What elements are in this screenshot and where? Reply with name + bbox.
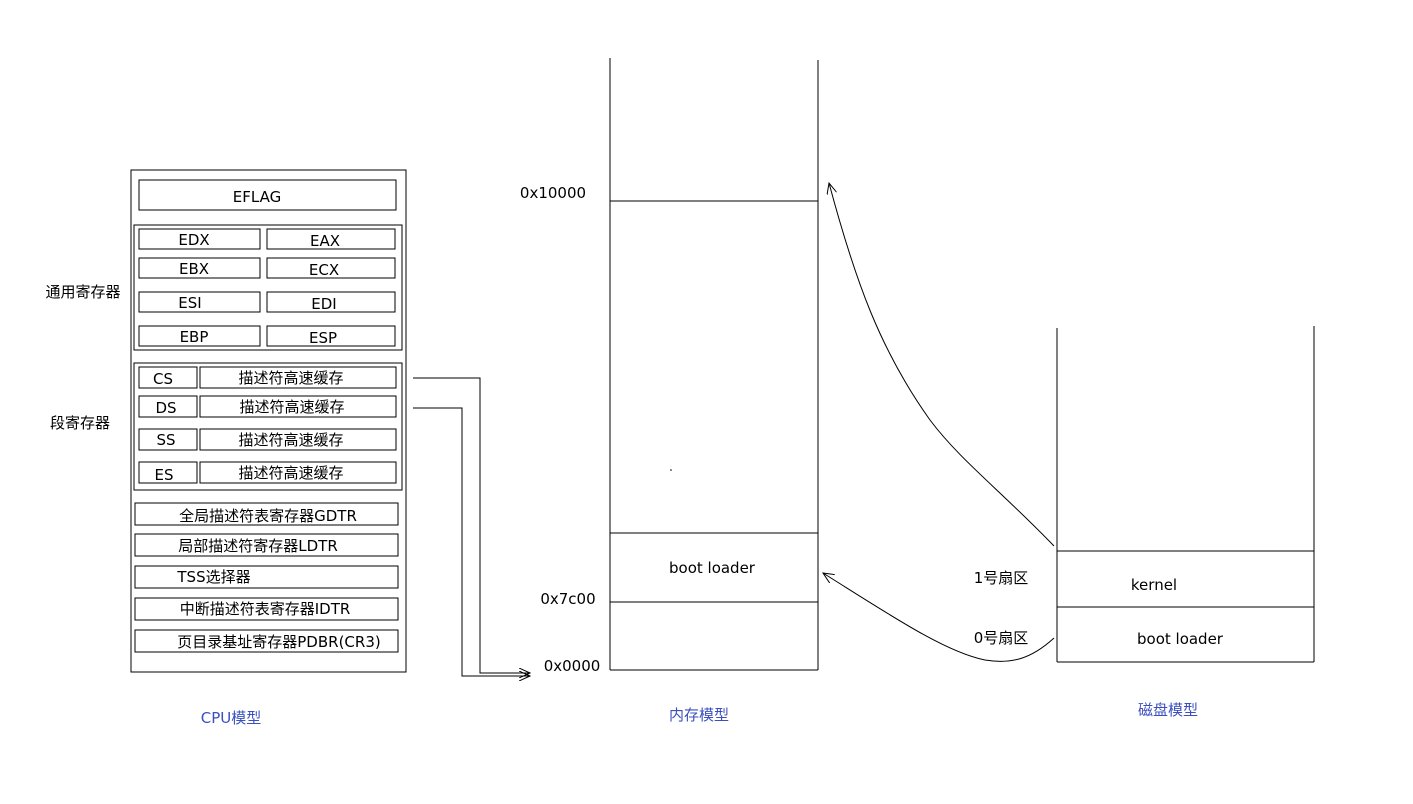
tss-selector-box [134,565,399,589]
register-eax: EAX [310,232,340,250]
segment-ss: SS [156,431,175,449]
register-ebp: EBP [180,328,209,346]
eflag-label: EFLAG [233,188,281,206]
register-edx: EDX [178,231,209,249]
idtr-label: 中断描述符表寄存器IDTR [180,600,351,618]
register-ebx: EBX [179,260,209,278]
disk-model-caption: 磁盘模型 [1138,701,1198,719]
general-registers-label: 通用寄存器 [45,283,120,301]
descriptor-cache-ds: 描述符高速缓存 [239,398,344,416]
register-esi: ESI [178,294,201,312]
tss-selector-label: TSS选择器 [176,568,250,586]
descriptor-cache-cs: 描述符高速缓存 [238,369,343,387]
address-0x10000: 0x10000 [520,184,586,202]
ldtr-label: 局部描述符寄存器LDTR [178,537,338,555]
architecture-diagram: EFLAG EDX EAX EBX ECX ESI EDI EBP ESP 通用… [45,58,1315,727]
cpu-model: EFLAG EDX EAX EBX ECX ESI EDI EBP ESP 通用… [45,169,407,727]
pdbr-label: 页目录基址寄存器PDBR(CR3) [177,633,380,651]
disk-model: kernel boot loader 1号扇区 0号扇区 磁盘模型 [974,326,1315,719]
descriptor-cache-es: 描述符高速缓存 [238,464,343,482]
segment-registers-label: 段寄存器 [50,414,110,432]
segment-es: ES [155,466,174,484]
register-esp: ESP [309,329,337,347]
address-0x0000: 0x0000 [544,657,601,675]
segment-connectors [413,377,530,676]
general-registers-group [133,224,403,351]
memory-model: 0x10000 0x7c00 0x0000 boot loader 内存模型 [520,58,819,724]
sector-1-label: 1号扇区 [974,569,1029,587]
memory-dot [670,469,672,471]
descriptor-cache-ss: 描述符高速缓存 [238,431,343,449]
cpu-model-caption: CPU模型 [201,709,262,727]
memory-model-caption: 内存模型 [669,706,729,724]
memory-boot-loader: boot loader [669,559,756,577]
load-arrows [823,183,1055,662]
cs-connector-line [413,377,530,673]
sector-0-label: 0号扇区 [974,629,1029,647]
register-edi: EDI [311,295,336,313]
kernel-load-arrow [829,183,1055,547]
gdtr-label: 全局描述符表寄存器GDTR [179,507,357,525]
address-0x7c00: 0x7c00 [540,590,595,608]
segment-cs: CS [153,370,173,388]
cpu-outer-box [130,169,407,673]
segment-ds: DS [155,399,176,417]
register-ecx: ECX [309,261,339,279]
ds-connector-line [413,407,530,676]
disk-kernel: kernel [1131,576,1177,594]
disk-boot-loader: boot loader [1137,630,1224,648]
